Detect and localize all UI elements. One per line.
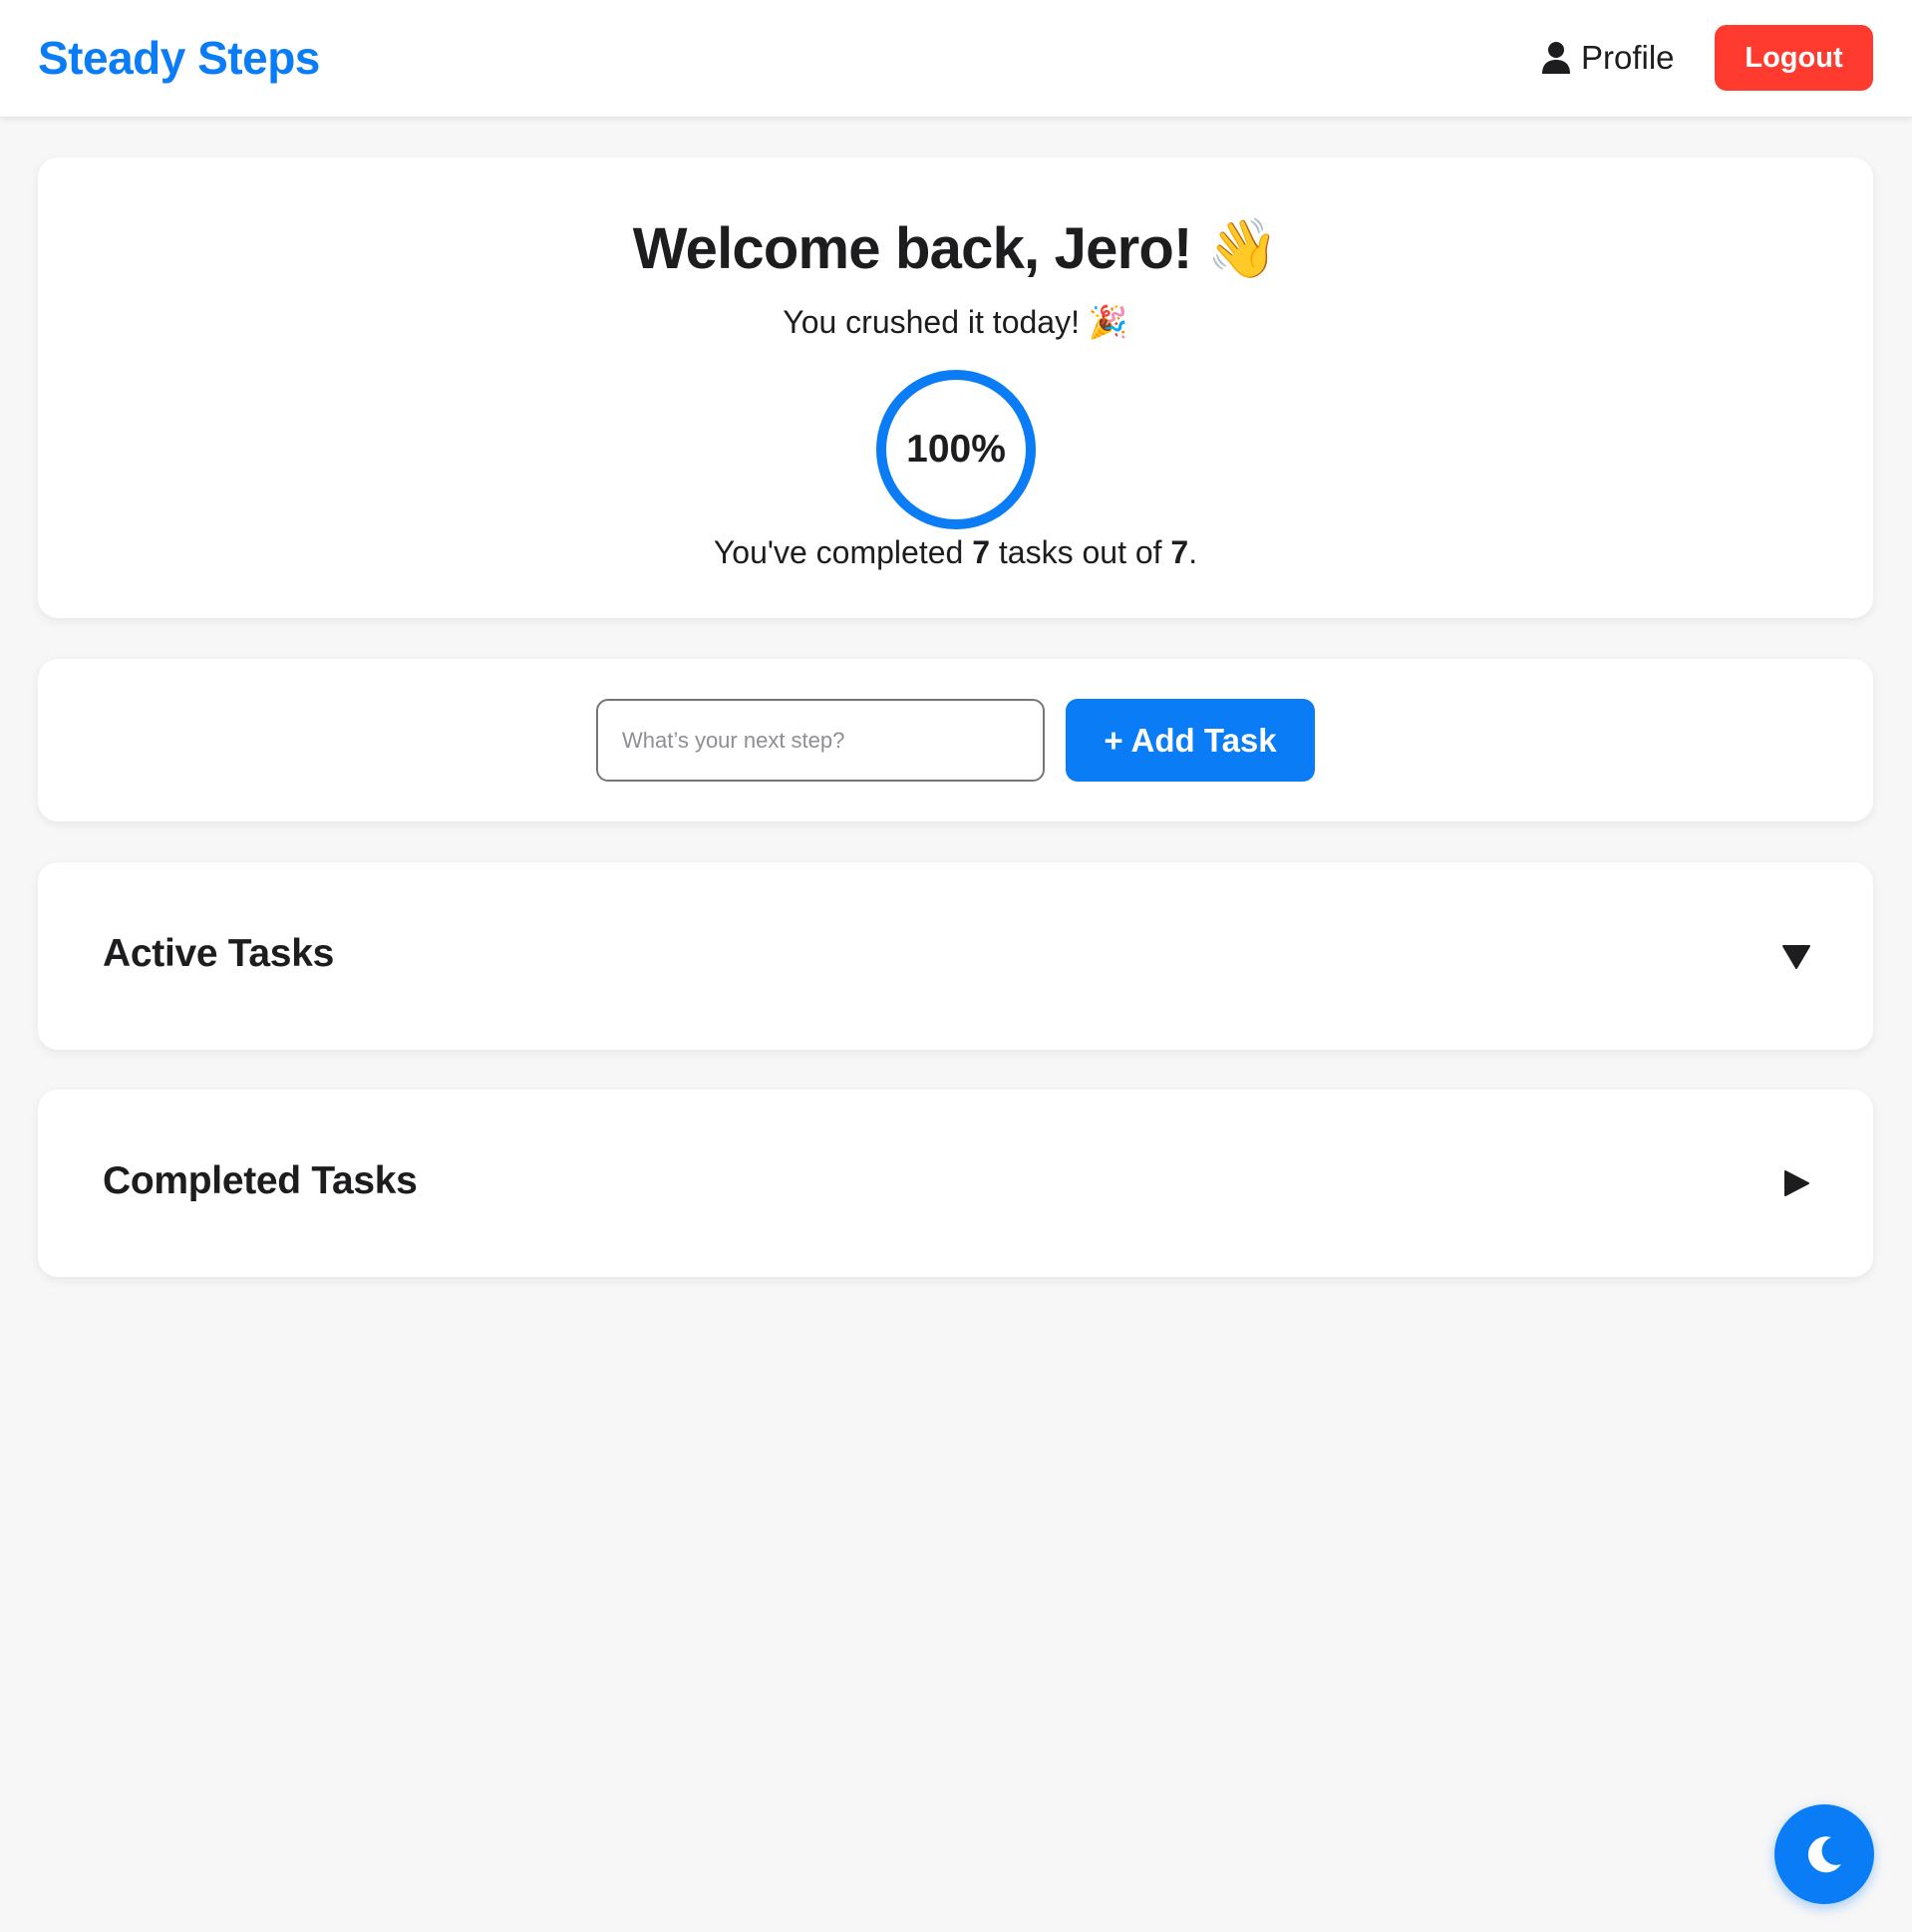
completed-summary: You've completed 7 tasks out of 7. [38, 534, 1873, 571]
logout-button[interactable]: Logout [1715, 25, 1873, 91]
completed-tasks-section[interactable]: Completed Tasks [38, 1090, 1873, 1277]
welcome-card: Welcome back, Jero! 👋 You crushed it tod… [38, 158, 1873, 618]
caret-down-icon[interactable] [1780, 940, 1812, 972]
new-task-input[interactable] [596, 699, 1045, 782]
profile-link[interactable]: Profile [1541, 36, 1675, 80]
welcome-subtitle: You crushed it today! 🎉 [783, 304, 1128, 340]
add-task-card: + Add Task [38, 659, 1873, 821]
brand-logo[interactable]: Steady Steps [38, 31, 320, 85]
progress-percent: 100% [906, 428, 1006, 471]
progress-ring: 100% [875, 369, 1037, 530]
completed-tasks-title: Completed Tasks [103, 1159, 418, 1202]
moon-icon [1801, 1831, 1847, 1877]
theme-toggle-button[interactable] [1774, 1804, 1874, 1904]
completed-count: 7 [972, 534, 990, 570]
profile-label: Profile [1581, 39, 1675, 76]
user-icon [1541, 41, 1571, 75]
total-count: 7 [1170, 534, 1189, 570]
add-task-button[interactable]: + Add Task [1066, 699, 1315, 782]
active-tasks-section[interactable]: Active Tasks [38, 862, 1873, 1050]
caret-right-icon[interactable] [1780, 1167, 1812, 1199]
welcome-heading: Welcome back, Jero! 👋 [632, 216, 1279, 281]
top-navbar: Steady Steps Profile Logout [0, 0, 1912, 118]
completed-prefix: You've completed [713, 534, 973, 570]
completed-suffix: . [1188, 534, 1198, 570]
active-tasks-title: Active Tasks [103, 932, 334, 975]
completed-middle: tasks out of [990, 534, 1171, 570]
